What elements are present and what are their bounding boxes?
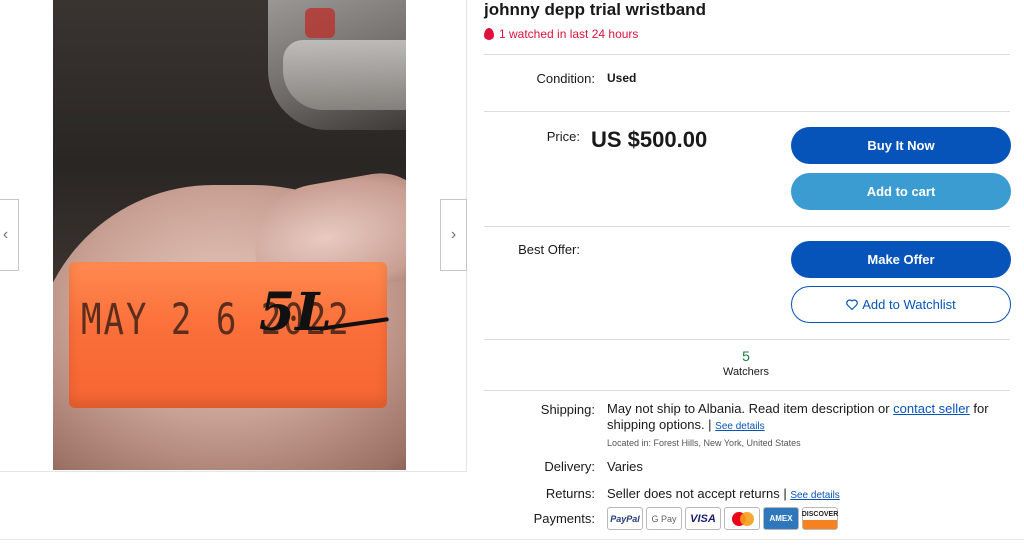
watched-notice-text: 1 watched in last 24 hours	[499, 27, 639, 41]
add-to-watchlist-label: Add to Watchlist	[862, 297, 956, 312]
price-value: US $500.00	[591, 127, 708, 152]
watched-notice: 1 watched in last 24 hours	[484, 27, 638, 41]
main-product-photo[interactable]: MAY 2 6 2022 5L	[53, 0, 406, 470]
photo-background-detail	[305, 8, 335, 38]
visa-icon: VISA	[685, 507, 721, 530]
buy-it-now-label: Buy It Now	[867, 138, 935, 153]
payment-methods: PayPal G Pay VISA AMEX DISCOVER	[607, 507, 838, 530]
shipping-see-details-link[interactable]: See details	[715, 421, 764, 432]
mastercard-icon	[724, 507, 760, 530]
amex-icon: AMEX	[763, 507, 799, 530]
watchers-number: 5	[742, 348, 750, 364]
divider	[484, 390, 1010, 391]
heart-icon	[846, 299, 859, 310]
divider	[484, 339, 1010, 340]
returns-see-details-link[interactable]: See details	[790, 490, 839, 501]
delivery-label: Delivery:	[544, 459, 595, 474]
condition-value: Used	[607, 71, 637, 85]
image-gallery: MAY 2 6 2022 5L ‹ ›	[0, 0, 467, 472]
best-offer-label: Best Offer:	[518, 242, 580, 257]
photo-background-cushion	[283, 40, 406, 110]
payments-label: Payments:	[533, 511, 595, 526]
returns-details: Seller does not accept returns | See det…	[607, 486, 840, 501]
watchers-label: Watchers	[722, 366, 770, 378]
make-offer-label: Make Offer	[867, 252, 935, 267]
delivery-value: Varies	[607, 459, 643, 474]
flame-icon	[484, 28, 494, 40]
discover-icon: DISCOVER	[802, 507, 838, 530]
next-image-button[interactable]: ›	[440, 199, 467, 271]
wristband: MAY 2 6 2022 5L	[69, 262, 389, 408]
chevron-right-icon: ›	[450, 226, 457, 243]
add-to-cart-button[interactable]: Add to cart	[791, 173, 1011, 210]
buy-it-now-button[interactable]: Buy It Now	[791, 127, 1011, 164]
contact-seller-link[interactable]: contact seller	[893, 401, 970, 416]
chevron-left-icon: ‹	[2, 226, 9, 243]
returns-label: Returns:	[545, 486, 595, 501]
wristband-code: 5L	[259, 282, 332, 343]
watchers-count: 5 Watchers	[706, 348, 786, 378]
previous-image-button[interactable]: ‹	[0, 199, 19, 271]
listing-title: johnny depp trial wristband	[484, 0, 706, 19]
paypal-icon: PayPal	[607, 507, 643, 530]
divider	[0, 539, 1024, 540]
returns-value: Seller does not accept returns |	[607, 486, 791, 501]
add-to-watchlist-button[interactable]: Add to Watchlist	[791, 286, 1011, 323]
shipping-text-before: May not ship to Albania. Read item descr…	[607, 401, 894, 416]
make-offer-button[interactable]: Make Offer	[791, 241, 1011, 278]
item-location: Located in: Forest Hills, New York, Unit…	[607, 438, 801, 448]
price-label: Price:	[546, 129, 580, 144]
google-pay-icon: G Pay	[646, 507, 682, 530]
divider	[484, 54, 1010, 55]
shipping-label: Shipping:	[540, 402, 595, 417]
shipping-details: May not ship to Albania. Read item descr…	[607, 401, 1012, 435]
divider	[484, 111, 1010, 112]
condition-label: Condition:	[536, 71, 595, 86]
divider	[484, 226, 1010, 227]
add-to-cart-label: Add to cart	[866, 184, 936, 199]
